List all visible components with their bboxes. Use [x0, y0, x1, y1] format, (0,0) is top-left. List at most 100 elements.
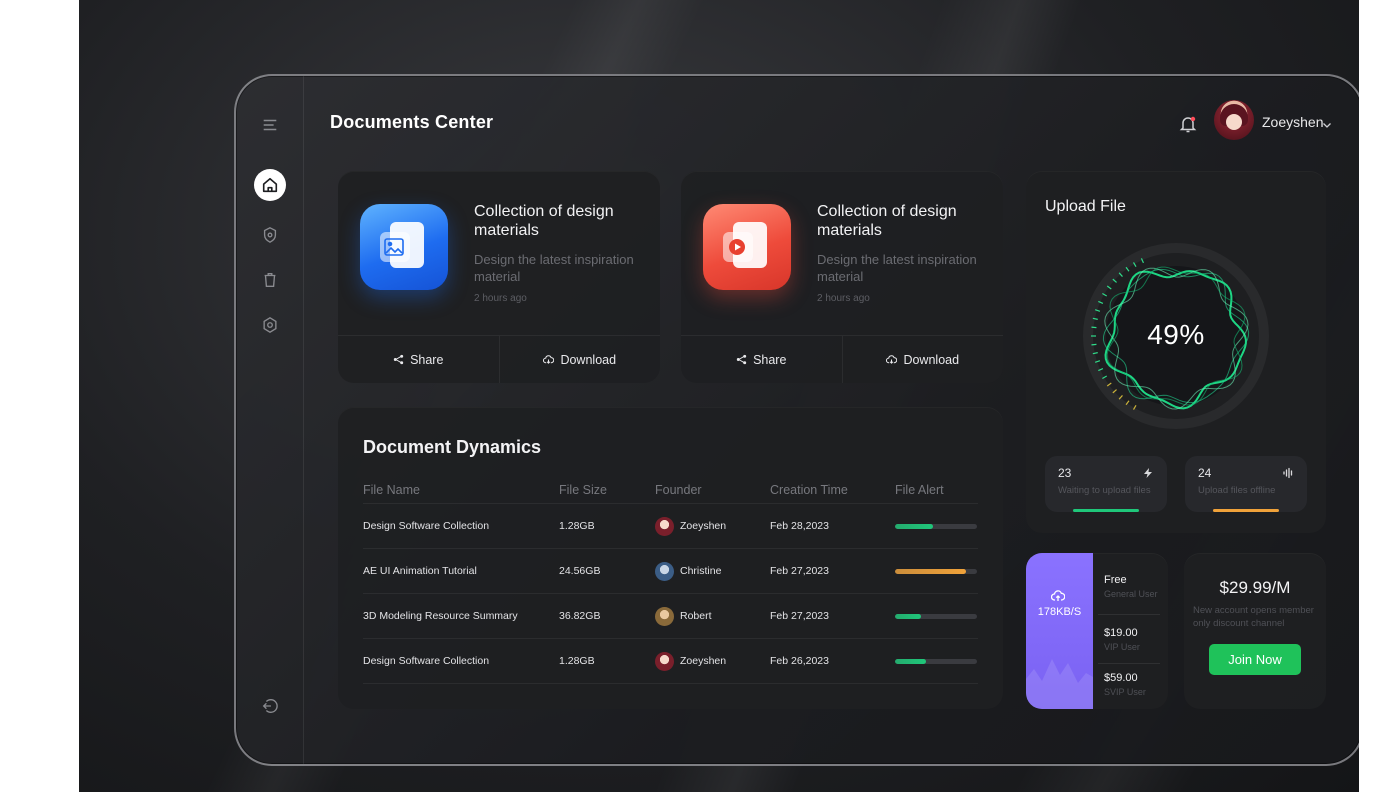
cloud-download-icon: [543, 355, 555, 364]
stat-offline-upload[interactable]: 24 Upload files offline: [1185, 456, 1307, 512]
plan-free[interactable]: Free General User: [1104, 574, 1162, 599]
cell-file-name: Design Software Collection: [363, 520, 490, 532]
plan-name: $19.00: [1104, 627, 1138, 639]
section-title: Document Dynamics: [363, 437, 542, 457]
plans-panel: 178KB/S Free General User $19.00 VIP Use…: [1026, 553, 1168, 709]
waveform-icon: [1282, 466, 1294, 479]
cell-file-alert: [895, 523, 978, 529]
cell-creation-time: Feb 28,2023: [770, 520, 829, 532]
upload-speed: 178KB/S: [1037, 606, 1082, 618]
share-icon: [393, 354, 404, 365]
cell-creation-time: Feb 27,2023: [770, 610, 829, 622]
stat-underline: [1213, 509, 1279, 512]
promo-description: New account opens member only discount c…: [1193, 605, 1314, 629]
document-actions: Share Download: [338, 335, 660, 383]
column-header-file-size[interactable]: File Size: [559, 483, 655, 497]
logout-icon: [261, 697, 279, 715]
trash-icon: [261, 271, 279, 289]
menu-icon[interactable]: [254, 109, 286, 141]
promo-price: $29.99/M: [1219, 578, 1291, 597]
avatar: [655, 606, 674, 626]
user-name[interactable]: Zoeyshen: [1262, 114, 1323, 130]
stat-waiting-upload[interactable]: 23 Waiting to upload files: [1045, 456, 1167, 512]
video-file-icon: [703, 204, 791, 290]
document-time: 2 hours ago: [474, 293, 527, 304]
notification-bell-icon[interactable]: [1178, 114, 1198, 134]
stat-underline: [1073, 509, 1139, 512]
logout-button[interactable]: [254, 690, 286, 722]
cloud-download-icon: [886, 355, 898, 364]
sidebar-item-security[interactable]: [254, 219, 286, 251]
upload-file-panel: Upload File 49% 23 Waiting to upload fil…: [1026, 171, 1326, 533]
join-now-button[interactable]: Join Now: [1209, 644, 1301, 675]
cell-founder: Robert: [655, 606, 770, 626]
plan-subtitle: SVIP User: [1104, 687, 1146, 697]
sidebar-item-settings[interactable]: [254, 309, 286, 341]
gear-icon: [261, 316, 279, 334]
background: Documents Center Zoeyshen Collection of …: [79, 0, 1359, 792]
founder-name: Zoeyshen: [680, 520, 727, 532]
download-button[interactable]: Download: [498, 336, 661, 383]
share-button[interactable]: Share: [338, 336, 499, 383]
plan-subtitle: VIP User: [1104, 642, 1140, 652]
plan-name: $59.00: [1104, 672, 1138, 684]
column-header-file-alert[interactable]: File Alert: [895, 483, 978, 497]
cloud-upload-icon: [1050, 589, 1066, 601]
cell-file-size: 24.56GB: [559, 565, 601, 577]
founder-name: Christine: [680, 565, 722, 577]
share-label: Share: [753, 352, 787, 367]
document-description: Design the latest inspiration material: [817, 252, 977, 284]
plan-name: Free: [1104, 574, 1127, 586]
divider: [1098, 663, 1160, 664]
table-row[interactable]: Design Software Collection 1.28GB Zoeyshen…: [363, 639, 978, 684]
avatar[interactable]: [1214, 100, 1254, 140]
column-header-file-name[interactable]: File Name: [363, 483, 559, 497]
cell-file-alert: [895, 568, 978, 574]
share-icon: [736, 354, 747, 365]
alert-bar-fill: [895, 523, 933, 529]
stat-value: 24: [1198, 466, 1212, 480]
stat-label: Upload files offline: [1198, 485, 1276, 496]
cell-file-size: 36.82GB: [559, 610, 601, 622]
sidebar-item-home[interactable]: [254, 169, 286, 201]
sidebar-item-trash[interactable]: [254, 264, 286, 296]
alert-bar-fill: [895, 613, 922, 619]
share-button[interactable]: Share: [681, 336, 842, 383]
image-file-icon: [360, 204, 448, 290]
stat-value: 23: [1058, 466, 1072, 480]
founder-name: Zoeyshen: [680, 655, 727, 667]
promo-panel: $29.99/M New account opens member only d…: [1184, 553, 1326, 709]
table-row[interactable]: Design Software Collection 1.28GB Zoeyshen…: [363, 504, 978, 549]
cell-creation-time: Feb 27,2023: [770, 565, 829, 577]
upload-percent: 49%: [1147, 319, 1205, 350]
document-actions: Share Download: [681, 335, 1003, 383]
document-card[interactable]: Collection of design materials Design th…: [338, 171, 660, 383]
avatar: [655, 651, 674, 671]
page-title: Documents Center: [330, 112, 494, 132]
founder-name: Robert: [680, 610, 712, 622]
alert-bar-fill: [895, 568, 966, 574]
alert-bar: [895, 658, 977, 664]
document-dynamics-panel: Document Dynamics File Name File Size Fo…: [338, 407, 1003, 709]
table-row[interactable]: AE UI Animation Tutorial 24.56GB Christine…: [363, 549, 978, 594]
table-row[interactable]: 3D Modeling Resource Summary 36.82GB Rober…: [363, 594, 978, 639]
plan-subtitle: General User: [1104, 589, 1158, 599]
cell-file-name: Design Software Collection: [363, 655, 490, 667]
avatar: [655, 561, 674, 581]
plan-vip[interactable]: $19.00 VIP User: [1104, 627, 1162, 652]
download-button[interactable]: Download: [841, 336, 1004, 383]
home-icon: [261, 176, 279, 194]
cell-founder: Zoeyshen: [655, 516, 770, 536]
cell-file-alert: [895, 658, 978, 664]
documents-table: File Name File Size Founder Creation Tim…: [363, 483, 978, 684]
column-header-creation-time[interactable]: Creation Time: [770, 483, 895, 497]
document-card[interactable]: Collection of design materials Design th…: [681, 171, 1003, 383]
cell-file-size: 1.28GB: [559, 655, 595, 667]
table-header: File Name File Size Founder Creation Tim…: [363, 483, 978, 504]
alert-bar: [895, 568, 977, 574]
document-title: Collection of design materials: [817, 203, 957, 239]
upload-progress-ring: 49%: [1081, 241, 1271, 431]
chevron-down-icon[interactable]: [1322, 117, 1332, 128]
plan-svip[interactable]: $59.00 SVIP User: [1104, 672, 1162, 697]
column-header-founder[interactable]: Founder: [655, 483, 770, 497]
